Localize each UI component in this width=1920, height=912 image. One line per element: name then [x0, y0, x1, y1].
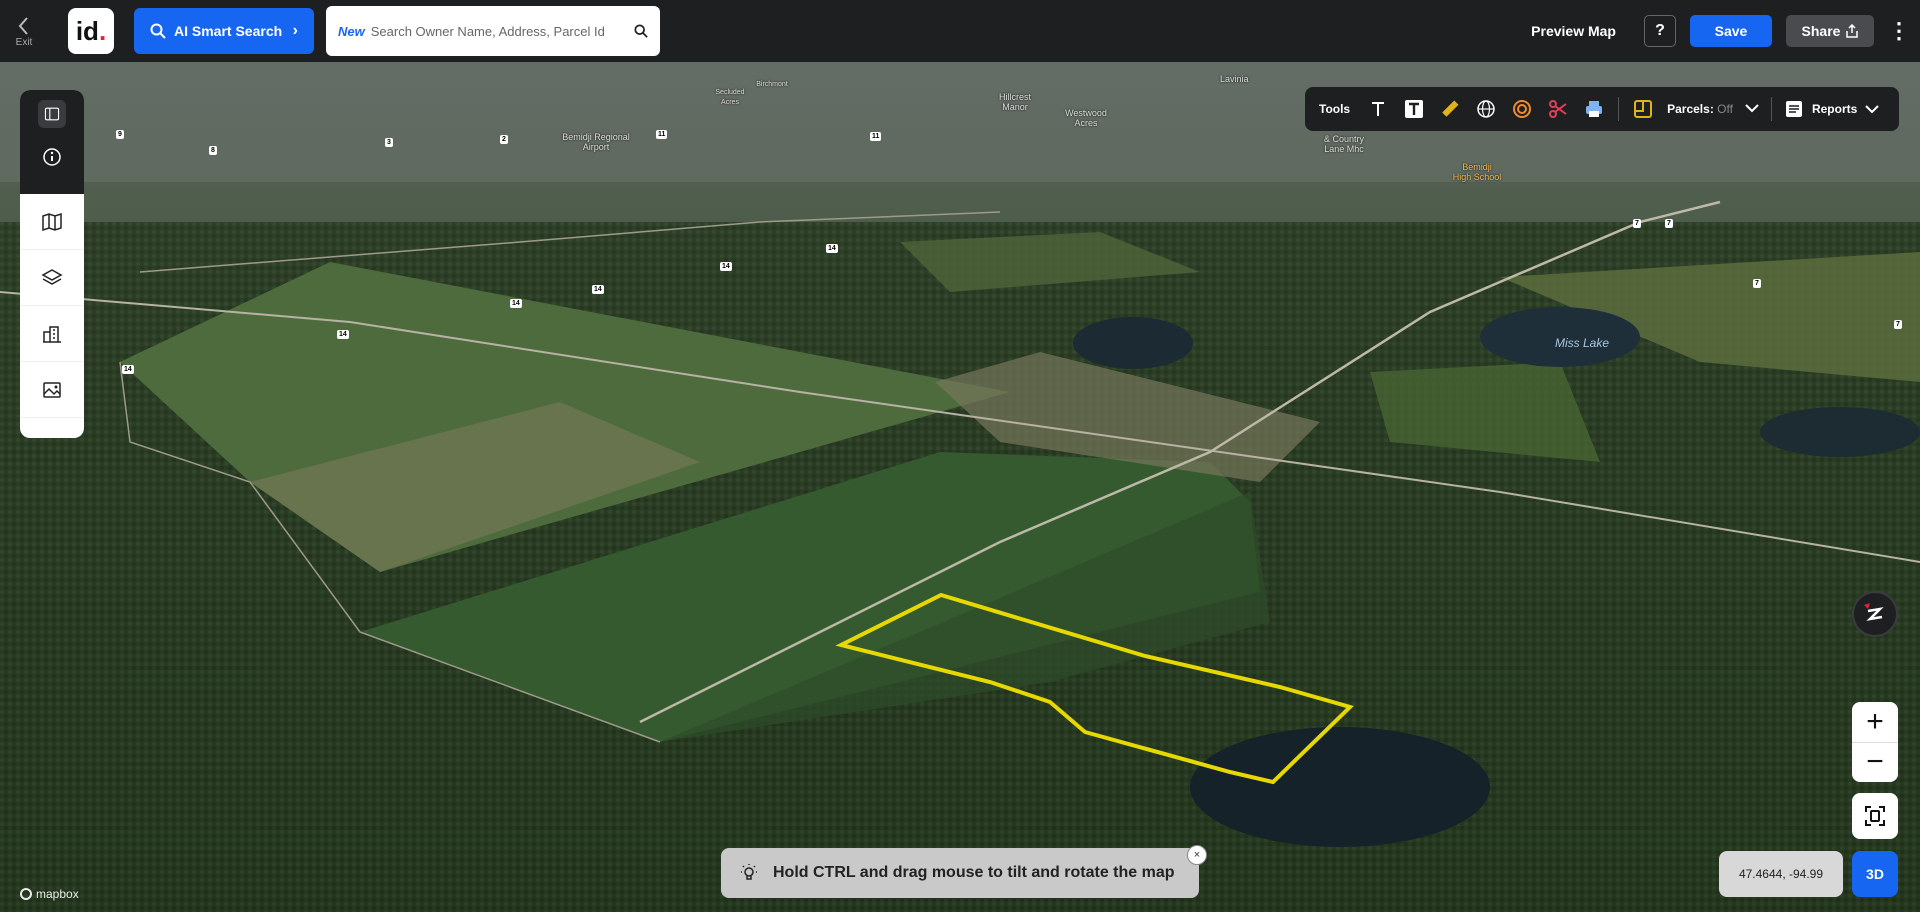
- lake-label: Miss Lake: [1555, 336, 1610, 350]
- collapse-panel-icon[interactable]: [38, 100, 66, 128]
- search-placeholder: Search Owner Name, Address, Parcel Id: [370, 23, 605, 39]
- left-sidebar: [20, 90, 84, 438]
- parcel-icon[interactable]: [1631, 97, 1655, 121]
- ai-search-label: AI Smart Search: [174, 23, 283, 39]
- place-label: Bemidji Regional Airport: [562, 132, 630, 152]
- chevron-right-icon: ›: [292, 22, 298, 39]
- chevron-down-icon[interactable]: [1745, 100, 1759, 118]
- reports-button[interactable]: Reports: [1784, 99, 1880, 119]
- road-shield: 14: [337, 330, 349, 339]
- new-badge: New: [338, 23, 365, 39]
- globe-icon[interactable]: [1474, 97, 1498, 121]
- share-icon: [1846, 24, 1859, 38]
- reports-label: Reports: [1811, 102, 1858, 116]
- school-label: Bemidji High School: [1452, 162, 1502, 182]
- parcels-toggle[interactable]: Parcels: Off: [1667, 102, 1733, 116]
- map-icon[interactable]: [20, 194, 84, 250]
- road-shield: 7: [1753, 279, 1761, 288]
- chevron-left-icon: [18, 16, 28, 35]
- text-icon[interactable]: [1366, 97, 1390, 121]
- logo-dot: .: [98, 15, 107, 46]
- tools-label: Tools: [1319, 102, 1351, 116]
- mapbox-logo-icon: [20, 888, 32, 900]
- mapbox-attribution[interactable]: mapbox: [20, 887, 79, 901]
- place-label: Lavinia: [1220, 74, 1249, 84]
- parcels-label: Parcels:: [1667, 102, 1714, 116]
- print-icon[interactable]: [1582, 97, 1606, 121]
- scissors-icon[interactable]: [1546, 97, 1570, 121]
- ruler-icon[interactable]: [1438, 97, 1462, 121]
- logo-text: id: [75, 15, 99, 46]
- road-shield: 7: [1894, 320, 1902, 329]
- logo[interactable]: id.: [68, 8, 114, 54]
- text-box-icon[interactable]: [1402, 97, 1426, 121]
- road-shield: 14: [720, 262, 732, 271]
- info-icon[interactable]: [41, 146, 63, 173]
- top-bar: Exit id. AI Smart Search › New Search Ow…: [0, 0, 1920, 62]
- road-shield: 14: [592, 285, 604, 294]
- place-label: Hillcrest Manor: [998, 92, 1031, 112]
- road-shield: 7: [1633, 219, 1641, 228]
- 3d-toggle-button[interactable]: 3D: [1852, 851, 1898, 897]
- more-menu-icon[interactable]: ⋮: [1888, 18, 1910, 44]
- search-input[interactable]: New Search Owner Name, Address, Parcel I…: [326, 6, 660, 56]
- buildings-icon[interactable]: [20, 306, 84, 362]
- place-label: Secluded Acres: [715, 89, 745, 106]
- road-shield: 3: [385, 138, 393, 147]
- hint-banner: Hold CTRL and drag mouse to tilt and rot…: [721, 848, 1199, 898]
- road-shield: 2: [500, 135, 508, 144]
- hint-close-button[interactable]: ×: [1187, 845, 1207, 865]
- road-shield: 14: [122, 365, 134, 374]
- compass-button[interactable]: [1852, 591, 1898, 637]
- chevron-down-icon: [1865, 105, 1880, 114]
- satellite-terrain: [0, 62, 1920, 912]
- search-icon: [150, 23, 166, 39]
- map-canvas[interactable]: Lavinia Hillcrest Manor Westwood Acres B…: [0, 62, 1920, 912]
- road-shield: 11: [656, 130, 668, 139]
- reports-icon: [1785, 101, 1802, 117]
- road-shield: 9: [116, 130, 124, 139]
- road-shield: 8: [209, 146, 217, 155]
- preview-map-button[interactable]: Preview Map: [1531, 23, 1616, 39]
- save-button[interactable]: Save: [1690, 15, 1772, 47]
- attribution-text: mapbox: [36, 887, 79, 901]
- share-button[interactable]: Share: [1786, 15, 1874, 47]
- road-shield: 7: [1665, 219, 1673, 228]
- hint-text: Hold CTRL and drag mouse to tilt and rot…: [773, 864, 1175, 881]
- tools-bar: Tools Parcels: Off Reports: [1305, 87, 1899, 131]
- zoom-control: + −: [1852, 702, 1898, 782]
- divider: [1618, 97, 1620, 121]
- divider: [1770, 97, 1772, 121]
- road-shield: 14: [826, 244, 838, 253]
- coordinates-readout: 47.4644, -94.99: [1719, 851, 1843, 897]
- share-label: Share: [1801, 23, 1841, 39]
- parcels-state: Off: [1717, 102, 1733, 116]
- compass-icon: [1864, 603, 1884, 621]
- image-icon[interactable]: [20, 362, 84, 418]
- road-shield: 11: [870, 132, 882, 141]
- search-icon[interactable]: [634, 24, 648, 38]
- place-label: Birchmont: [756, 81, 788, 88]
- zoom-out-button[interactable]: −: [1852, 743, 1898, 783]
- zoom-in-button[interactable]: +: [1852, 702, 1898, 743]
- fullscreen-icon: [1865, 806, 1885, 826]
- radius-icon[interactable]: [1510, 97, 1534, 121]
- help-button[interactable]: ?: [1644, 15, 1676, 47]
- ai-smart-search-button[interactable]: AI Smart Search ›: [134, 8, 314, 54]
- place-label: Westwood Acres: [1065, 108, 1107, 128]
- road-shield: 14: [510, 299, 522, 308]
- exit-label: Exit: [15, 36, 33, 48]
- place-label: & Country Lane Mhc: [1323, 134, 1365, 154]
- layers-icon[interactable]: [20, 250, 84, 306]
- fullscreen-button[interactable]: [1852, 793, 1898, 839]
- lightbulb-icon: [741, 864, 757, 880]
- exit-button[interactable]: Exit: [0, 0, 48, 62]
